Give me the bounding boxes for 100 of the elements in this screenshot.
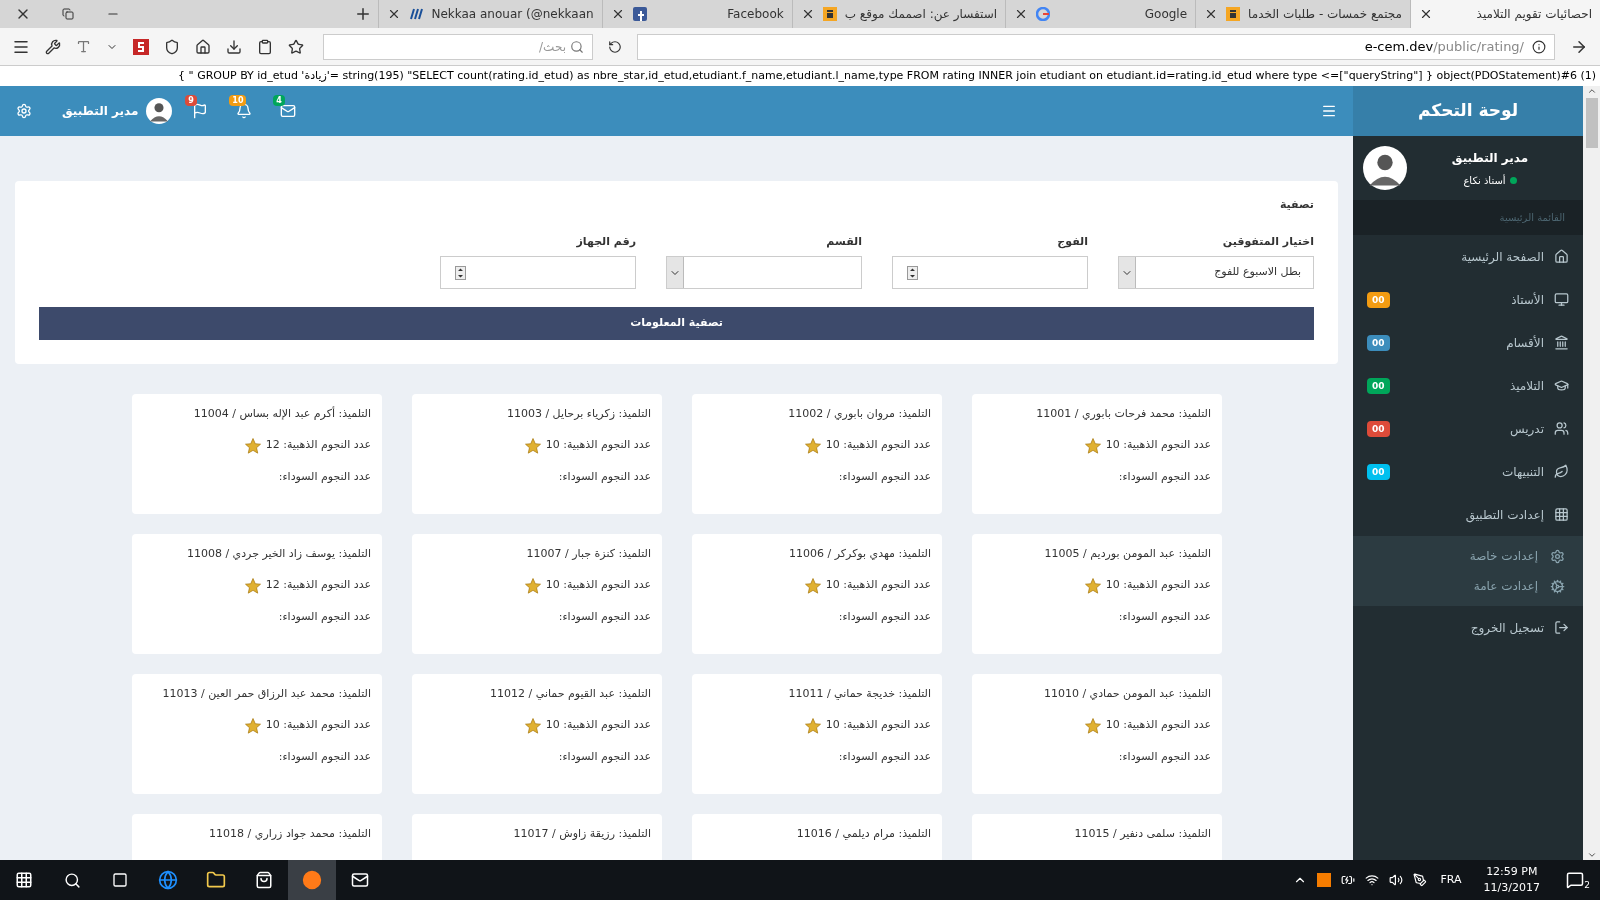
folder-icon[interactable]: [206, 870, 226, 890]
count-badge: 00: [1367, 291, 1390, 308]
spinner-icon: [907, 265, 918, 280]
star-icon: [1083, 576, 1102, 595]
penalty-count: عدد النجوم السوداء:: [557, 468, 651, 485]
star-count: عدد النجوم الذهبية: 10: [265, 717, 371, 734]
task-view-icon[interactable]: [112, 872, 128, 888]
select-field[interactable]: بطل الاسبوع للفوج: [1118, 256, 1314, 289]
submenu-item[interactable]: إعدادت عامة: [1353, 571, 1583, 601]
s-logo-icon[interactable]: [133, 38, 149, 55]
logout-icon: [1554, 620, 1569, 635]
restore-icon: [61, 8, 74, 20]
star-icon: [803, 716, 822, 735]
student-name: التلميذ: خديجة حماني / 11011: [787, 686, 931, 702]
star-count: عدد النجوم الذهبية: 10: [1105, 437, 1211, 454]
volume-icon[interactable]: [1388, 873, 1403, 887]
language-indicator[interactable]: FRA: [1436, 871, 1466, 889]
penalty-count: عدد النجوم السوداء:: [837, 468, 931, 485]
tab-title: استفسار عن: اصممك موقع ب: [844, 6, 998, 23]
graduation-cap-icon: [1554, 378, 1569, 393]
address-bar[interactable]: e-cem.dev/public/rating/: [637, 33, 1555, 60]
header-user-name[interactable]: مدير التطبيق: [62, 102, 139, 120]
scroll-up-icon[interactable]: [1586, 86, 1597, 96]
star-count: عدد النجوم الذهبية: 10: [1105, 717, 1211, 734]
sidebar-item[interactable]: الصفحة الرئيسية: [1353, 235, 1583, 278]
mail-icon[interactable]: [351, 871, 369, 889]
clipboard-icon[interactable]: [257, 38, 273, 55]
section-header: القائمة الرئيسية: [1499, 211, 1565, 225]
user-role: أستاذ نكاع: [1463, 173, 1506, 188]
settings-icon[interactable]: [16, 103, 32, 119]
text-icon[interactable]: [76, 39, 91, 54]
sidebar-item[interactable]: إعدادت التطبيق: [1353, 493, 1583, 536]
debug-output: object(PDOStatement)#6 (1) { ["queryString"]=> string(195) "SELECT count(rating.id_etud) as nbre_star,id_etud,etudiant.f_name,etudiant.l_name,type FROM rating INNER join etudiant on etudiant.id=rating.id_etud where type ='زيادة' GROUP BY id_etud " }: [178, 67, 1596, 84]
star-icon: [523, 436, 542, 455]
student-name: التلميذ: أكرم عبد الإله بساس / 11004: [192, 406, 371, 422]
envelope-icon: [280, 103, 297, 119]
close-icon[interactable]: [1419, 7, 1433, 21]
student-name: التلميذ: محمد فرحات بابوري / 11001: [1035, 406, 1211, 422]
star-count: عدد النجوم الذهبية: 10: [545, 717, 651, 734]
student-name: التلميذ: مهدي بوكركر / 11006: [788, 546, 931, 562]
scroll-down-icon[interactable]: [1586, 850, 1597, 860]
star-icon: [523, 716, 542, 735]
penalty-count: عدد النجوم السوداء:: [1117, 608, 1211, 625]
spinner-icon: [455, 265, 466, 280]
student-name: التلميذ: عبد المومن بورديم / 11005: [1043, 546, 1211, 562]
count-badge: 00: [1367, 377, 1390, 394]
star-count: عدد النجوم الذهبية: 12: [265, 437, 371, 454]
penalty-count: عدد النجوم السوداء:: [557, 608, 651, 625]
site-icon: [1226, 7, 1241, 21]
site-icon: [1036, 7, 1051, 21]
url-text: e-cem.dev/public/rating/: [1364, 37, 1524, 56]
pen-icon[interactable]: [1412, 873, 1427, 887]
penalty-count: عدد النجوم السوداء:: [557, 748, 651, 765]
student-name: التلميذ: محمد جواد زراري / 11018: [208, 826, 371, 842]
star-icon: [523, 576, 542, 595]
download-icon[interactable]: [226, 38, 242, 55]
info-icon[interactable]: [1532, 39, 1546, 54]
star-icon: [803, 436, 822, 455]
flag-icon: [192, 103, 209, 119]
sidebar-item[interactable]: تسجيل الخروج: [1353, 606, 1583, 649]
star-count: عدد النجوم الذهبية: 10: [545, 437, 651, 454]
filter-button[interactable]: تصفية المعلومات: [39, 307, 1314, 340]
sidebar-title: لوحة التحكم: [1353, 86, 1583, 136]
star-count: عدد النجوم الذهبية: 10: [545, 577, 651, 594]
submenu-item[interactable]: إعدادت خاصة: [1353, 541, 1583, 571]
gears-icon: [1550, 578, 1565, 594]
clock[interactable]: 12:59 PM 11/3/2017: [1475, 864, 1548, 896]
grid-icon: [1554, 507, 1569, 522]
store-icon[interactable]: [255, 871, 273, 889]
reload-icon[interactable]: [608, 39, 622, 54]
browser-icon[interactable]: [158, 870, 178, 890]
search-icon[interactable]: [63, 871, 81, 889]
notification-count: 2: [1584, 878, 1590, 892]
star-icon: [803, 576, 822, 595]
user-name: مدير التطبيق: [1451, 149, 1529, 167]
field-label: الفوج: [1056, 233, 1088, 250]
field-label: رقم الجهاز: [575, 233, 636, 250]
shield-icon[interactable]: [164, 38, 180, 55]
scrollbar-thumb[interactable]: [1585, 98, 1598, 148]
home-icon[interactable]: [195, 38, 211, 55]
avatar: [1363, 146, 1407, 190]
search-icon: [570, 39, 584, 54]
number-field[interactable]: [892, 256, 1088, 289]
wifi-icon[interactable]: [1364, 873, 1379, 887]
star-icon: [243, 436, 262, 455]
notifications-icon[interactable]: [1566, 871, 1584, 889]
student-name: التلميذ: مرام ديلمي / 11016: [795, 826, 931, 842]
wrench-icon[interactable]: [45, 38, 61, 55]
bookmark-star-icon[interactable]: [288, 38, 304, 55]
notification-badge: 9: [185, 95, 197, 106]
battery-icon[interactable]: [1340, 873, 1355, 887]
student-name: التلميذ: محمد عبد الرزاق حمر العين / 11013: [161, 686, 371, 702]
select-field[interactable]: [666, 256, 862, 289]
building-icon: [1554, 335, 1569, 350]
notification-badge: 4: [273, 95, 285, 106]
browser-tab[interactable]: احصائيات تقويم التلاميذ: [1410, 0, 1600, 28]
star-icon: [243, 716, 262, 735]
number-field[interactable]: [440, 256, 636, 289]
student-name: التلميذ: يوسف زاد الخير جردي / 11008: [185, 546, 371, 562]
student-name: التلميذ: زكرياء برحايل / 11003: [505, 406, 651, 422]
